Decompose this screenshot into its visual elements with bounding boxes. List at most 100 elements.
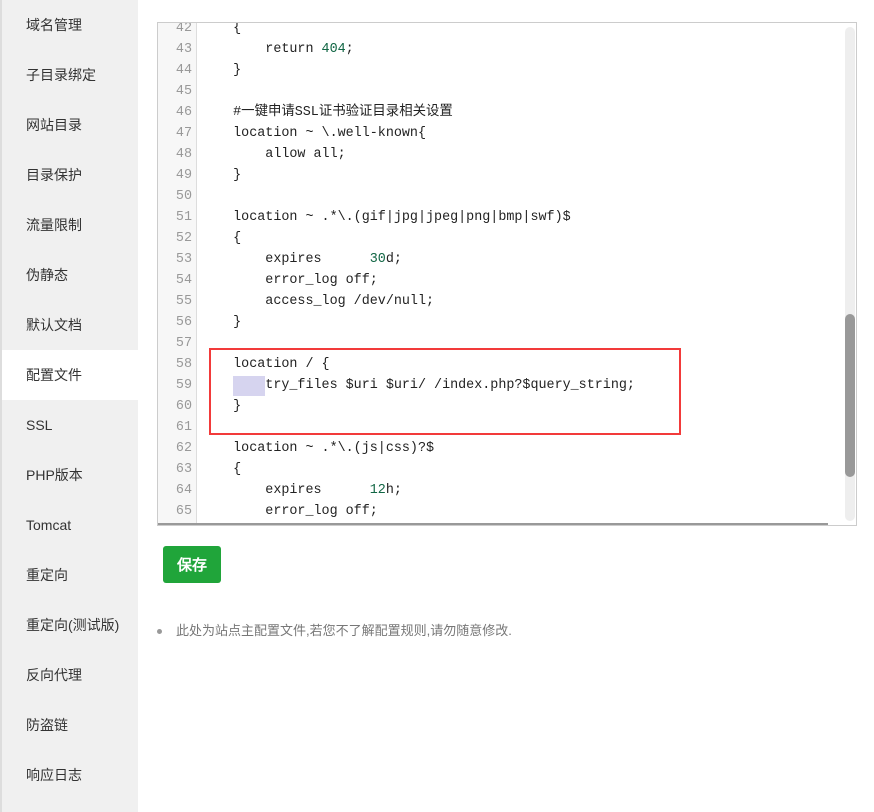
code-line[interactable]: 50 xyxy=(158,186,848,207)
sidebar-item[interactable]: 流量限制 xyxy=(2,200,138,250)
code-text: { xyxy=(201,228,241,249)
sidebar-item[interactable]: 重定向 xyxy=(2,550,138,600)
code-line[interactable]: 48 allow all; xyxy=(158,144,848,165)
horizontal-scrollbar[interactable] xyxy=(158,523,828,525)
line-number: 55 xyxy=(175,294,192,309)
line-number: 43 xyxy=(175,42,192,57)
sidebar-item[interactable]: 伪静态 xyxy=(2,250,138,300)
code-token: #一键申请SSL证书验证目录相关设置 xyxy=(201,105,453,120)
save-button[interactable]: 保存 xyxy=(163,546,221,583)
line-number: 65 xyxy=(175,504,192,519)
code-line[interactable]: 64 expires 12h; xyxy=(158,480,848,501)
code-token: expires xyxy=(201,483,370,498)
sidebar-item[interactable]: 域名管理 xyxy=(2,0,138,50)
code-line[interactable]: 63 { xyxy=(158,459,848,480)
sidebar-item[interactable]: 配置文件 xyxy=(2,350,138,400)
code-line[interactable]: 56 } xyxy=(158,312,848,333)
code-line[interactable]: 65 error_log off; xyxy=(158,501,848,522)
line-number: 42 xyxy=(175,22,192,36)
code-token: ; xyxy=(345,42,354,57)
code-token: allow all; xyxy=(201,147,346,162)
code-token: access_log /dev/null; xyxy=(201,294,435,309)
sidebar-item[interactable]: 默认文档 xyxy=(2,300,138,350)
code-token: { xyxy=(201,231,242,246)
line-number: 64 xyxy=(175,483,192,498)
code-text: location ~ \.well-known{ xyxy=(201,123,426,144)
tip-text: 此处为站点主配置文件,若您不了解配置规则,请勿随意修改. xyxy=(157,620,512,639)
code-line[interactable]: 53 expires 30d; xyxy=(158,249,848,270)
sidebar-item[interactable]: 防盗链 xyxy=(2,700,138,750)
scrollbar-thumb[interactable] xyxy=(845,314,855,477)
code-token: } xyxy=(201,63,242,78)
code-text: location ~ .*\.(gif|jpg|jpeg|png|bmp|swf… xyxy=(201,207,571,228)
number-token: 12 xyxy=(369,483,386,498)
line-number: 57 xyxy=(175,336,192,351)
line-number: 53 xyxy=(175,252,192,267)
line-number: 54 xyxy=(175,273,192,288)
code-line[interactable]: 54 error_log off; xyxy=(158,270,848,291)
code-line[interactable]: 62 location ~ .*\.(js|css)?$ xyxy=(158,438,848,459)
code-text: { xyxy=(201,459,241,480)
vertical-scrollbar[interactable] xyxy=(845,27,855,521)
tip-label: 此处为站点主配置文件,若您不了解配置规则,请勿随意修改. xyxy=(176,623,512,638)
sidebar-item[interactable]: PHP版本 xyxy=(2,450,138,500)
sidebar-item[interactable]: 目录保护 xyxy=(2,150,138,200)
code-line[interactable]: 44 } xyxy=(158,60,848,81)
sidebar-item[interactable]: 响应日志 xyxy=(2,750,138,800)
code-text: allow all; xyxy=(201,144,346,165)
code-token: location ~ \.well-known{ xyxy=(201,126,426,141)
code-text: access_log /dev/null; xyxy=(201,291,434,312)
sidebar-item[interactable]: 重定向(测试版) xyxy=(2,600,138,650)
code-lines[interactable]: 42 {43 return 404; 44 } 45 46 #一键申请SSL证书验证目… xyxy=(158,22,848,522)
line-number: 47 xyxy=(175,126,192,141)
sidebar-item[interactable]: Tomcat xyxy=(2,500,138,550)
code-line[interactable]: 51 location ~ .*\.(gif|jpg|jpeg|png|bmp|… xyxy=(158,207,848,228)
sidebar: 域名管理 子目录绑定 网站目录 目录保护 流量限制 伪静态 默认文档 配置文件 SSL PHP版本… xyxy=(0,0,138,812)
code-line[interactable]: 46 #一键申请SSL证书验证目录相关设置 xyxy=(158,102,848,123)
code-text: { xyxy=(201,22,242,39)
line-number: 58 xyxy=(175,357,192,372)
highlight-box xyxy=(209,348,681,435)
code-token: return xyxy=(201,42,322,57)
line-number: 48 xyxy=(175,147,192,162)
code-token: { xyxy=(201,22,242,36)
code-line[interactable]: 43 return 404; xyxy=(158,39,848,60)
line-number: 56 xyxy=(175,315,192,330)
code-token: } xyxy=(201,168,242,183)
number-token: 404 xyxy=(321,42,346,57)
code-token: } xyxy=(201,315,242,330)
code-line[interactable]: 49 } xyxy=(158,165,848,186)
code-line[interactable]: 52 { xyxy=(158,228,848,249)
code-line[interactable]: 42 { xyxy=(158,22,848,39)
code-text: expires 12h; xyxy=(201,480,402,501)
sidebar-item[interactable]: SSL xyxy=(2,400,138,450)
code-text: #一键申请SSL证书验证目录相关设置 xyxy=(201,102,453,123)
code-token: error_log off; xyxy=(201,504,378,519)
line-number: 63 xyxy=(175,462,192,477)
code-text: } xyxy=(201,60,241,81)
sidebar-item[interactable]: 子目录绑定 xyxy=(2,50,138,100)
sidebar-item[interactable]: 反向代理 xyxy=(2,650,138,700)
line-number: 59 xyxy=(175,378,192,393)
line-number: 46 xyxy=(175,105,192,120)
code-token: d; xyxy=(385,252,402,267)
line-number: 50 xyxy=(175,189,192,204)
code-line[interactable]: 47 location ~ \.well-known{ xyxy=(158,123,848,144)
sidebar-item[interactable]: 网站目录 xyxy=(2,100,138,150)
code-line[interactable]: 45 xyxy=(158,81,848,102)
code-line[interactable]: 55 access_log /dev/null; xyxy=(158,291,848,312)
line-number: 44 xyxy=(175,63,192,78)
code-text: } xyxy=(201,165,241,186)
code-text: return 404; xyxy=(201,39,354,60)
bullet-icon xyxy=(157,629,162,635)
line-number: 45 xyxy=(175,84,192,99)
line-number: 60 xyxy=(175,399,192,414)
config-editor[interactable]: 42 {43 return 404; 44 } 45 46 #一键申请SSL证书验证目… xyxy=(157,22,857,526)
number-token: 30 xyxy=(369,252,386,267)
code-text: } xyxy=(201,312,241,333)
code-text: expires 30d; xyxy=(201,249,402,270)
code-text: location ~ .*\.(js|css)?$ xyxy=(201,438,434,459)
code-text: error_log off; xyxy=(201,501,378,522)
code-token: location ~ .*\.(js|css)?$ xyxy=(201,441,435,456)
line-number: 61 xyxy=(175,420,192,435)
